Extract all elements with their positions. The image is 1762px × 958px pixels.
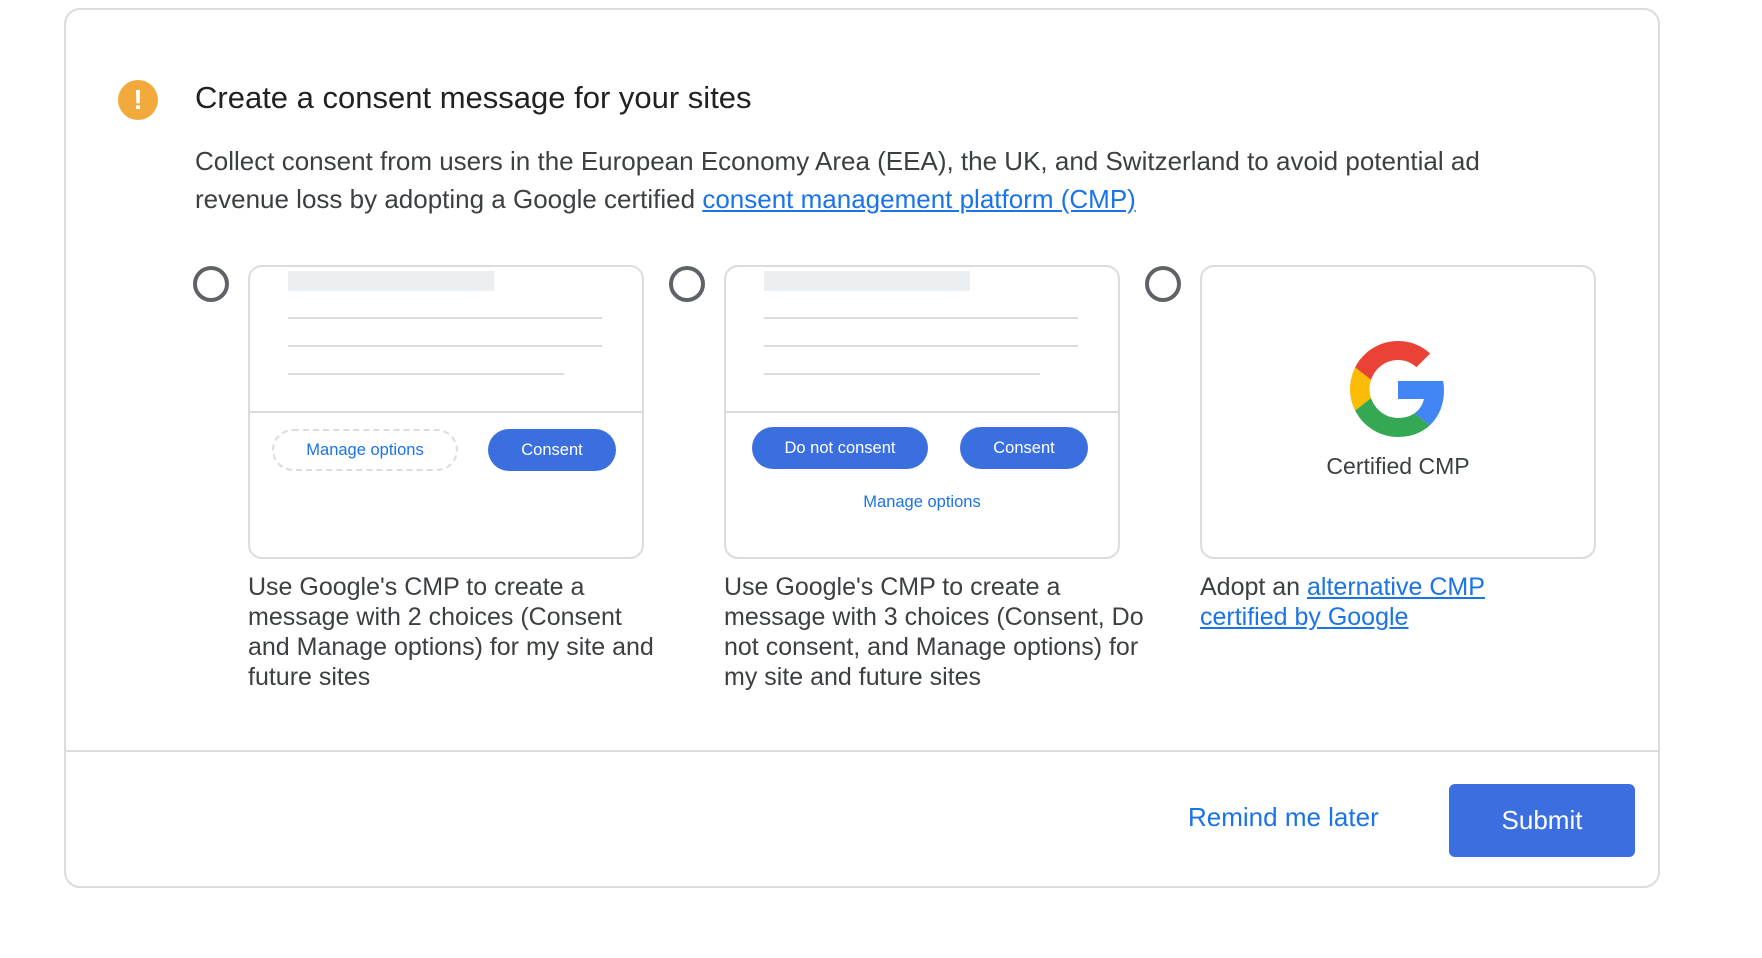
preview-line <box>764 345 1078 347</box>
remind-me-later-button[interactable]: Remind me later <box>1188 802 1379 833</box>
preview-manage-options-link: Manage options <box>863 493 981 511</box>
google-g-logo <box>1350 341 1444 437</box>
preview-title-placeholder <box>288 271 494 291</box>
preview-line <box>288 317 602 319</box>
preview-line <box>764 317 1078 319</box>
warning-icon: ! <box>118 80 158 120</box>
preview-title-placeholder <box>764 271 970 291</box>
preview-do-not-consent-button: Do not consent <box>752 427 928 469</box>
preview-consent-button: Consent <box>488 429 616 471</box>
option-radio-two-choices[interactable] <box>193 266 229 302</box>
preview-line <box>288 373 564 375</box>
dialog-title: Create a consent message for your sites <box>195 80 752 115</box>
submit-button[interactable]: Submit <box>1449 784 1635 857</box>
certified-cmp-label: Certified CMP <box>1326 453 1470 479</box>
option-caption-alternative-cmp: Adopt an alternative CMP certified by Go… <box>1200 572 1560 632</box>
preview-content <box>726 267 1118 413</box>
option-radio-alternative-cmp[interactable] <box>1145 266 1181 302</box>
preview-manage-options-button: Manage options <box>272 429 458 471</box>
dialog-description: Collect consent from users in the Europe… <box>195 142 1575 218</box>
preview-two-choices: Manage options Consent <box>248 265 644 559</box>
option-radio-three-choices[interactable] <box>669 266 705 302</box>
option-caption-two-choices: Use Google's CMP to create a message wit… <box>248 573 654 691</box>
caption-text: Adopt an <box>1200 573 1308 601</box>
preview-line <box>764 373 1040 375</box>
preview-content <box>250 267 642 413</box>
footer-divider <box>64 750 1660 752</box>
preview-certified-cmp: Certified CMP <box>1200 265 1596 559</box>
preview-three-choices: Do not consent Consent Manage options <box>724 265 1120 559</box>
option-caption-three-choices: Use Google's CMP to create a message wit… <box>724 573 1144 691</box>
cmp-info-link[interactable]: consent management platform (CMP) <box>702 184 1136 214</box>
preview-consent-button: Consent <box>960 427 1088 469</box>
preview-line <box>288 345 602 347</box>
